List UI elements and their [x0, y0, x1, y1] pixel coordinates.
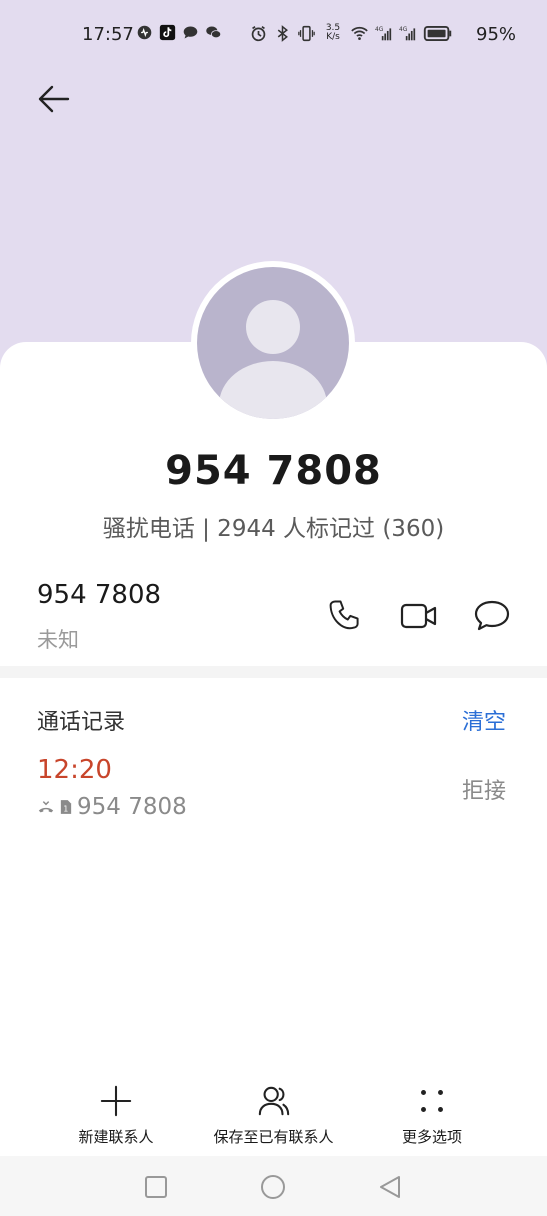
back-nav-button[interactable] [376, 1173, 404, 1201]
square-icon [145, 1176, 167, 1198]
section-divider [0, 666, 547, 678]
plus-icon [100, 1085, 132, 1117]
status-time: 17:57 [82, 24, 134, 45]
contact-number-label: 未知 [37, 628, 79, 652]
vibrate-icon [298, 25, 315, 42]
avatar [197, 267, 349, 419]
signal-4g-icon: 4G [399, 25, 416, 42]
status-bar: 17:57 3.5 K/s 4G 4G 95% [0, 0, 547, 70]
circle-icon [261, 1175, 285, 1199]
battery-icon [423, 25, 453, 42]
contact-number[interactable]: 954 7808 [37, 580, 161, 610]
signal-4g-icon: 4G [375, 25, 392, 42]
save-to-existing-contact-button[interactable]: 保存至已有联系人 [203, 1082, 344, 1147]
chat-bubble-icon [182, 24, 199, 41]
svg-text:4G: 4G [375, 25, 384, 32]
video-call-button[interactable] [399, 596, 439, 636]
add-to-contact-icon [258, 1086, 289, 1116]
arrow-left-icon [38, 85, 70, 113]
call-number: 954 7808 [77, 794, 187, 820]
more-options-label: 更多选项 [401, 1128, 462, 1146]
recent-apps-button[interactable] [142, 1173, 170, 1201]
call-meta: 1 954 7808 [37, 794, 187, 820]
clear-call-log-button[interactable]: 清空 [462, 704, 506, 736]
wechat-icon [205, 24, 222, 41]
spam-tag-text: 骚扰电话 | 2944 人标记过 (360) [102, 516, 445, 542]
message-button[interactable] [472, 596, 512, 636]
new-contact-label: 新建联系人 [78, 1128, 154, 1146]
back-button[interactable] [34, 80, 74, 118]
battery-percent: 95% [476, 24, 517, 45]
more-options-button[interactable]: 更多选项 [392, 1082, 472, 1147]
call-button[interactable] [326, 596, 366, 636]
save-to-existing-label: 保存至已有联系人 [213, 1128, 334, 1146]
tiktok-icon [159, 24, 176, 41]
rejected-call-icon [38, 801, 54, 813]
person-placeholder-icon [219, 300, 327, 419]
alarm-icon [250, 25, 267, 42]
video-camera-icon [400, 603, 437, 629]
sim-card-number: 1 [63, 804, 68, 813]
new-contact-button[interactable]: 新建联系人 [70, 1082, 162, 1147]
triangle-back-icon [380, 1176, 400, 1198]
svg-text:4G: 4G [399, 25, 408, 32]
bluetooth-icon [274, 24, 291, 42]
call-log-title: 通话记录 [37, 710, 126, 735]
network-speed: 3.5 K/s [325, 23, 341, 42]
home-button[interactable] [259, 1173, 287, 1201]
message-bubble-icon [474, 600, 510, 631]
music-icon [136, 24, 153, 41]
more-dots-icon [421, 1090, 443, 1112]
phone-icon [329, 600, 359, 630]
caller-number-title: 954 7808 [165, 448, 382, 494]
call-time: 12:20 [37, 755, 112, 785]
sim-card-icon: 1 [60, 800, 72, 814]
wifi-icon [351, 25, 368, 42]
call-status: 拒接 [462, 779, 507, 804]
system-nav-bar [0, 1156, 547, 1216]
